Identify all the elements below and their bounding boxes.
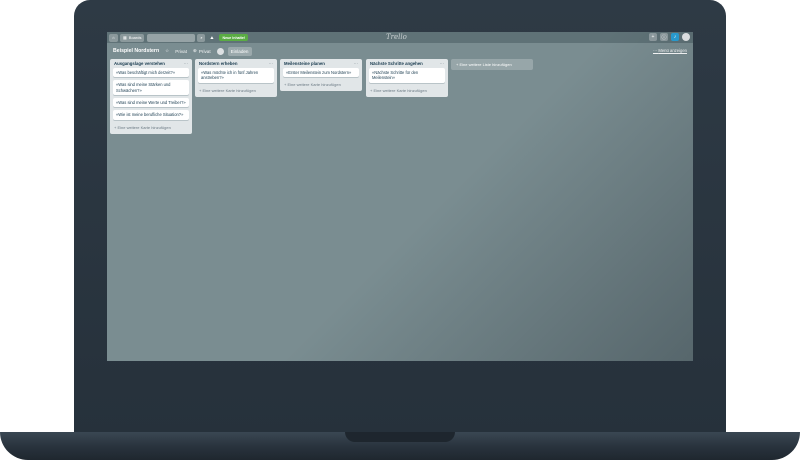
add-card-button[interactable]: + Eine weitere Karte hinzufügen [366, 86, 448, 97]
privacy-visibility[interactable]: Privat [199, 49, 211, 54]
board-title[interactable]: Beispiel Nordstern [113, 48, 159, 54]
list-naechste-schritte: Nächste Schritte angehen ··· «Nächste Sc… [366, 59, 448, 97]
list-title[interactable]: Nordstern erheben [199, 61, 237, 66]
list-menu-icon[interactable]: ··· [184, 61, 188, 66]
add-card-button[interactable]: + Eine weitere Karte hinzufügen [195, 86, 277, 97]
list-nordstern: Nordstern erheben ··· «Was möchte ich in… [195, 59, 277, 97]
boards-icon: ▦ [123, 35, 127, 40]
boards-label: Boards [128, 35, 142, 40]
list-title[interactable]: Ausgangslage verstehen [114, 61, 165, 66]
list-title[interactable]: Meilensteine planen [284, 61, 325, 66]
trello-screen: ⌂ ▦ Boards ⌕ ⛰ Neue Inhalte! Trello + ⓘ … [107, 32, 693, 361]
header-right-icons: + ⓘ ♪ [649, 33, 690, 41]
list-menu-icon[interactable]: ··· [440, 61, 444, 66]
card[interactable]: «Erster Meilenstein zum Nordstern» [283, 68, 359, 78]
avatar[interactable] [682, 33, 690, 41]
show-menu-label: Menü anzeigen [658, 48, 687, 53]
list-ausgangslage: Ausgangslage verstehen ··· «Was beschäft… [110, 59, 192, 134]
list-header: Nächste Schritte angehen ··· [366, 59, 448, 68]
card[interactable]: «Was sind meine Werte und Treiber?» [113, 97, 189, 108]
list-header: Meilensteine planen ··· [280, 59, 362, 68]
board-header: Beispiel Nordstern ☆ Privat ⊕ Privat Ein… [107, 45, 693, 57]
list-title[interactable]: Nächste Schritte angehen [370, 61, 423, 66]
member-avatar[interactable] [216, 47, 224, 55]
list-menu-icon[interactable]: ··· [354, 61, 358, 66]
team-visibility[interactable]: Privat [175, 49, 187, 54]
list-meilensteine: Meilensteine planen ··· «Erster Meilenst… [280, 59, 362, 92]
invite-button[interactable]: Einladen [227, 46, 252, 56]
show-menu-link[interactable]: ··· Menü anzeigen [653, 48, 687, 53]
card[interactable]: «Was möchte ich in fünf Jahren anstreben… [198, 68, 274, 83]
home-icon[interactable]: ⌂ [109, 33, 118, 42]
mascot-icon: ⛰ [210, 35, 214, 40]
card[interactable]: «Was beschäftigt mich derzeit?» [113, 68, 189, 78]
add-card-button[interactable]: + Eine weitere Karte hinzufügen [280, 80, 362, 91]
card[interactable]: «Nächste Schritte für den Meilenstein» [369, 68, 445, 83]
bell-icon[interactable]: ♪ [671, 33, 679, 41]
star-icon[interactable]: ☆ [165, 48, 169, 54]
top-header: ⌂ ▦ Boards ⌕ ⛰ Neue Inhalte! Trello + ⓘ … [107, 32, 693, 43]
list-header: Ausgangslage verstehen ··· [110, 59, 192, 68]
card[interactable]: «Was sind meine Stärken und Schwächen?» [113, 80, 189, 95]
add-card-button[interactable]: + Eine weitere Karte hinzufügen [110, 123, 192, 134]
search-icon[interactable]: ⌕ [197, 33, 206, 42]
search-input[interactable] [147, 33, 196, 42]
add-list-button[interactable]: + Eine weitere Liste hinzufügen [451, 59, 533, 70]
info-icon[interactable]: ⓘ [660, 33, 668, 41]
list-header: Nordstern erheben ··· [195, 59, 277, 68]
card[interactable]: «Wie ist meine berufliche Situation?» [113, 110, 189, 120]
boards-button[interactable]: ▦ Boards [120, 33, 145, 42]
list-menu-icon[interactable]: ··· [269, 61, 273, 66]
laptop-notch [345, 432, 455, 442]
new-content-button[interactable]: Neue Inhalte! [219, 34, 249, 41]
plus-icon[interactable]: + [649, 33, 657, 41]
lock-icon: ⊕ [193, 48, 197, 53]
trello-logo: Trello [386, 33, 407, 41]
